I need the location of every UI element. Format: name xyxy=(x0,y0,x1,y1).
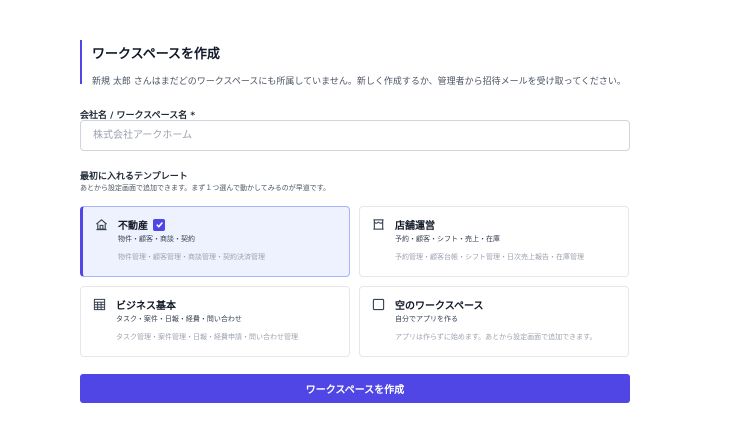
template-name: 店舗運営 xyxy=(395,221,435,232)
template-name: 空のワークスペース xyxy=(395,301,484,312)
template-summary: 予約・顧客・シフト・売上・在庫 xyxy=(395,235,500,243)
create-workspace-button[interactable]: ワークスペースを作成 xyxy=(80,374,630,403)
template-name: ビジネス基本 xyxy=(116,301,176,312)
template-card-business-basics[interactable]: ビジネス基本 タスク・案件・日報・経費・問い合わせ タスク管理・案件管理・日報・… xyxy=(80,286,350,357)
template-detail: 予約管理・顧客台帳・シフト管理・日次売上報告・在庫管理 xyxy=(395,253,584,261)
page-header: ワークスペースを作成 新規 太郎 さんはまだどのワークスペースにも所属していませ… xyxy=(80,40,630,87)
spreadsheet-icon xyxy=(92,298,106,312)
template-detail: タスク管理・案件管理・日報・経費申請・問い合わせ管理 xyxy=(116,333,298,341)
storefront-icon xyxy=(371,218,385,232)
template-section-label: 最初に入れるテンプレート xyxy=(80,172,188,182)
house-icon xyxy=(94,218,108,232)
template-card-store-operations[interactable]: 店舗運営 予約・顧客・シフト・売上・在庫 予約管理・顧客台帳・シフト管理・日次売… xyxy=(359,206,629,277)
checkmark-icon xyxy=(153,218,165,231)
template-card-empty-workspace[interactable]: 空のワークスペース 自分でアプリを作る アプリは作らずに始めます。あとから設定画… xyxy=(359,286,629,357)
template-detail: 物件管理・顧客管理・商談管理・契約決済管理 xyxy=(118,253,265,261)
template-section-help: あとから設定画面で追加できます。まず１つ選んで動かしてみるのが早道です。 xyxy=(80,184,331,192)
template-summary: 物件・顧客・商談・契約 xyxy=(118,235,195,243)
page-title: ワークスペースを作成 xyxy=(92,47,221,62)
company-name-input[interactable] xyxy=(80,120,630,151)
template-summary: タスク・案件・日報・経費・問い合わせ xyxy=(116,315,242,323)
template-name: 不動産 xyxy=(118,221,148,232)
page-subtitle: 新規 太郎 さんはまだどのワークスペースにも所属していません。新しく作成するか、… xyxy=(92,77,626,87)
template-card-real-estate[interactable]: 不動産 物件・顧客・商談・契約 物件管理・顧客管理・商談管理・契約決済管理 xyxy=(80,206,350,277)
template-detail: アプリは作らずに始めます。あとから設定画面で追加できます。 xyxy=(395,333,597,341)
template-summary: 自分でアプリを作る xyxy=(395,315,458,323)
empty-square-icon xyxy=(371,298,385,312)
